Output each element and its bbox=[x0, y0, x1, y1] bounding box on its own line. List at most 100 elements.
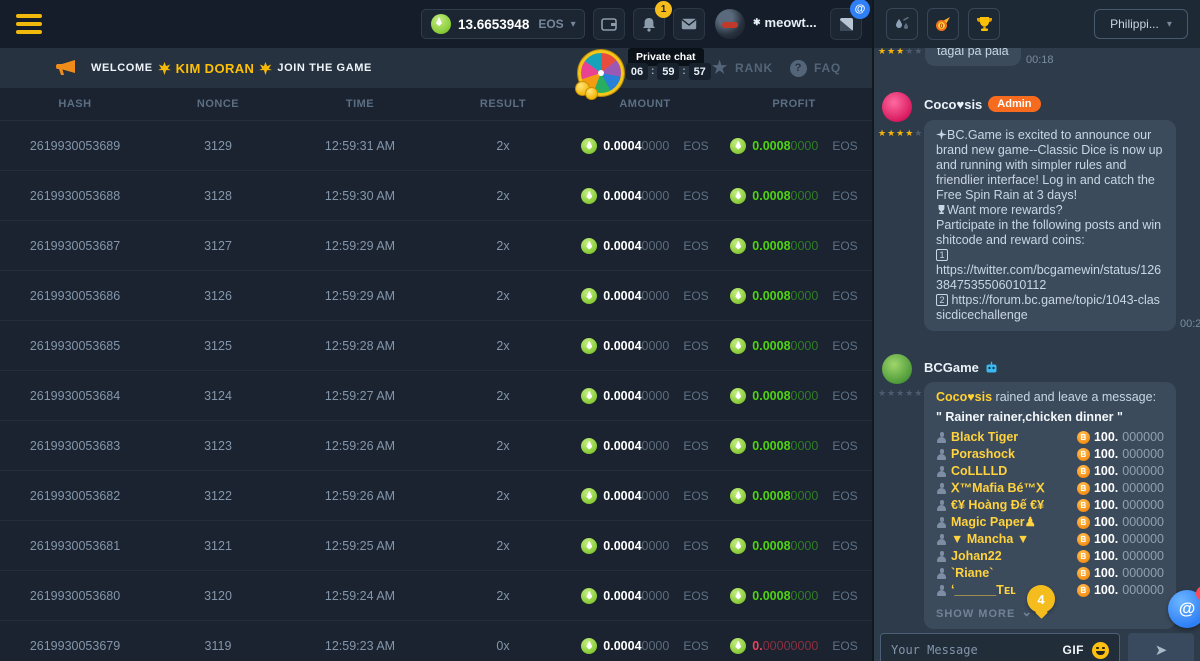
gif-button[interactable]: GIF bbox=[1063, 643, 1085, 657]
recipient-name[interactable]: €¥ Hoàng Đế €¥ bbox=[951, 498, 1044, 513]
message-input[interactable] bbox=[891, 643, 1055, 657]
eos-coin-icon bbox=[730, 338, 746, 354]
bet-result: 2x bbox=[434, 139, 572, 153]
bet-profit: 0.00080000EOS bbox=[718, 588, 870, 604]
eos-coin-icon bbox=[730, 588, 746, 604]
wallet-button[interactable] bbox=[593, 8, 625, 40]
mentions-button[interactable]: @ 1 bbox=[1168, 590, 1200, 628]
bet-profit: 0.00080000EOS bbox=[718, 188, 870, 204]
table-row[interactable]: 2619930053682 3122 12:59:26 AM 2x 0.0004… bbox=[0, 471, 872, 521]
bet-hash: 2619930053681 bbox=[0, 539, 150, 553]
mail-button[interactable] bbox=[673, 8, 705, 40]
table-row[interactable]: 2619930053683 3123 12:59:26 AM 2x 0.0004… bbox=[0, 421, 872, 471]
question-icon: ? bbox=[790, 60, 807, 77]
bet-hash: 2619930053687 bbox=[0, 239, 150, 253]
wallet-icon bbox=[601, 17, 618, 32]
bet-profit: 0.00080000EOS bbox=[718, 138, 870, 154]
table-row[interactable]: 2619930053687 3127 12:59:29 AM 2x 0.0004… bbox=[0, 221, 872, 271]
recipient-name[interactable]: ʻ______Tᴇʟ bbox=[951, 583, 1016, 598]
message-text: tagal pa pala bbox=[937, 48, 1009, 58]
avatar[interactable] bbox=[882, 92, 912, 122]
bet-nonce: 3129 bbox=[150, 139, 286, 153]
message-time: 00:21 bbox=[1180, 318, 1200, 330]
table-row[interactable]: 2619930053688 3128 12:59:30 AM 2x 0.0004… bbox=[0, 171, 872, 221]
leaderboard-button[interactable] bbox=[968, 8, 1000, 40]
avatar[interactable] bbox=[882, 354, 912, 384]
chat-toggle-button[interactable]: @ bbox=[830, 8, 862, 40]
recipient-name[interactable]: Johan22 bbox=[951, 549, 1002, 564]
recipient-name[interactable]: ▼ Mancha ▼ bbox=[951, 532, 1029, 547]
rain-button[interactable] bbox=[886, 8, 918, 40]
user-avatar[interactable] bbox=[715, 9, 745, 39]
top-bar: 13.6653948 EOS ▾ 1 bbox=[0, 0, 872, 48]
timer-minutes: 59 bbox=[657, 63, 679, 80]
table-row[interactable]: 2619930053681 3121 12:59:25 AM 2x 0.0004… bbox=[0, 521, 872, 571]
recipient-name[interactable]: `Riane` bbox=[951, 566, 993, 581]
coin-drop-button[interactable]: 0 bbox=[927, 8, 959, 40]
message-link[interactable]: https://twitter.com/bcgamewin/status/126… bbox=[936, 263, 1164, 293]
notifications-button[interactable]: 1 bbox=[633, 8, 665, 40]
person-icon bbox=[936, 466, 947, 477]
welcome-prefix: WELCOME bbox=[91, 62, 153, 74]
rain-notification-badge[interactable]: 4 bbox=[1027, 585, 1055, 613]
chevron-down-icon: ▾ bbox=[571, 19, 576, 30]
recipient-name[interactable]: CoLLLLD bbox=[951, 464, 1007, 479]
bet-nonce: 3126 bbox=[150, 289, 286, 303]
bet-amount: 0.00040000EOS bbox=[572, 638, 718, 654]
eos-coin-icon bbox=[730, 638, 746, 654]
bet-nonce: 3121 bbox=[150, 539, 286, 553]
rain-amount: 100.000000 bbox=[1077, 464, 1164, 479]
recipient-name[interactable]: Ⅹ™Mafia Bé™Ⅹ bbox=[951, 481, 1045, 496]
table-row[interactable]: 2619930053679 3119 12:59:23 AM 0x 0.0004… bbox=[0, 621, 872, 661]
rain-recipient-row: €¥ Hoàng Đế €¥100.000000 bbox=[936, 497, 1164, 514]
rain-recipient-row: Johan22100.000000 bbox=[936, 548, 1164, 565]
rank-button[interactable]: ★ RANK bbox=[712, 48, 773, 88]
eos-coin-icon bbox=[581, 288, 597, 304]
bet-hash: 2619930053682 bbox=[0, 489, 150, 503]
recipient-name[interactable]: Porashock bbox=[951, 447, 1015, 462]
table-row[interactable]: 2619930053684 3124 12:59:27 AM 2x 0.0004… bbox=[0, 371, 872, 421]
recipient-name[interactable]: Magic Paper♟ bbox=[951, 515, 1036, 530]
user-menu[interactable]: ✱ meowt... bbox=[753, 15, 817, 30]
trophy-glyph-icon bbox=[936, 204, 947, 215]
person-icon bbox=[936, 432, 947, 443]
send-button[interactable]: ➤ bbox=[1128, 633, 1194, 661]
star-icon: ★ bbox=[712, 58, 728, 78]
eos-coin-icon bbox=[581, 488, 597, 504]
rain-header: Coco♥sis rained and leave a message: bbox=[936, 390, 1164, 405]
table-row[interactable]: 2619930053686 3126 12:59:29 AM 2x 0.0004… bbox=[0, 271, 872, 321]
bet-profit: 0.00080000EOS bbox=[718, 238, 870, 254]
table-row[interactable]: 2619930053680 3120 12:59:24 AM 2x 0.0004… bbox=[0, 571, 872, 621]
message-author[interactable]: Coco♥sis Admin bbox=[924, 96, 1041, 112]
trophy-icon bbox=[976, 16, 993, 32]
table-row[interactable]: 2619930053689 3129 12:59:31 AM 2x 0.0004… bbox=[0, 121, 872, 171]
table-row[interactable]: 2619930053685 3125 12:59:28 AM 2x 0.0004… bbox=[0, 321, 872, 371]
menu-icon[interactable] bbox=[16, 14, 42, 34]
bet-hash: 2619930053680 bbox=[0, 589, 150, 603]
message-author[interactable]: BCGame bbox=[924, 360, 998, 375]
faq-button[interactable]: ? FAQ bbox=[790, 48, 841, 88]
message-link[interactable]: https://forum.bc.game/topic/1043-classic… bbox=[936, 293, 1160, 322]
bet-profit: 0.00080000EOS bbox=[718, 338, 870, 354]
notification-badge: 1 bbox=[655, 1, 672, 18]
bet-profit: 0.00000000EOS bbox=[718, 638, 870, 654]
bet-profit: 0.00080000EOS bbox=[718, 388, 870, 404]
eos-coin-icon bbox=[581, 638, 597, 654]
rain-recipient-row: Ⅹ™Mafia Bé™Ⅹ100.000000 bbox=[936, 480, 1164, 497]
emoji-picker-icon[interactable] bbox=[1092, 642, 1109, 659]
bc-coin-icon bbox=[1077, 516, 1090, 529]
rain-recipient-row: Magic Paper♟100.000000 bbox=[936, 514, 1164, 531]
recipient-name[interactable]: Black Tiger bbox=[951, 430, 1018, 445]
eos-coin-icon bbox=[581, 138, 597, 154]
balance-selector[interactable]: 13.6653948 EOS ▾ bbox=[421, 9, 585, 39]
chat-panel: 0 Philippi... ▾ ★★★★★ bbox=[872, 0, 1200, 661]
bet-nonce: 3128 bbox=[150, 189, 286, 203]
bc-coin-icon bbox=[1077, 482, 1090, 495]
person-icon bbox=[936, 449, 947, 460]
chat-region-selector[interactable]: Philippi... ▾ bbox=[1094, 9, 1188, 39]
bet-time: 12:59:28 AM bbox=[286, 339, 434, 353]
bet-time: 12:59:24 AM bbox=[286, 589, 434, 603]
balance-value: 13.6653948 bbox=[458, 17, 529, 32]
spin-wheel-icon[interactable] bbox=[578, 50, 624, 96]
faq-label: FAQ bbox=[814, 61, 841, 75]
